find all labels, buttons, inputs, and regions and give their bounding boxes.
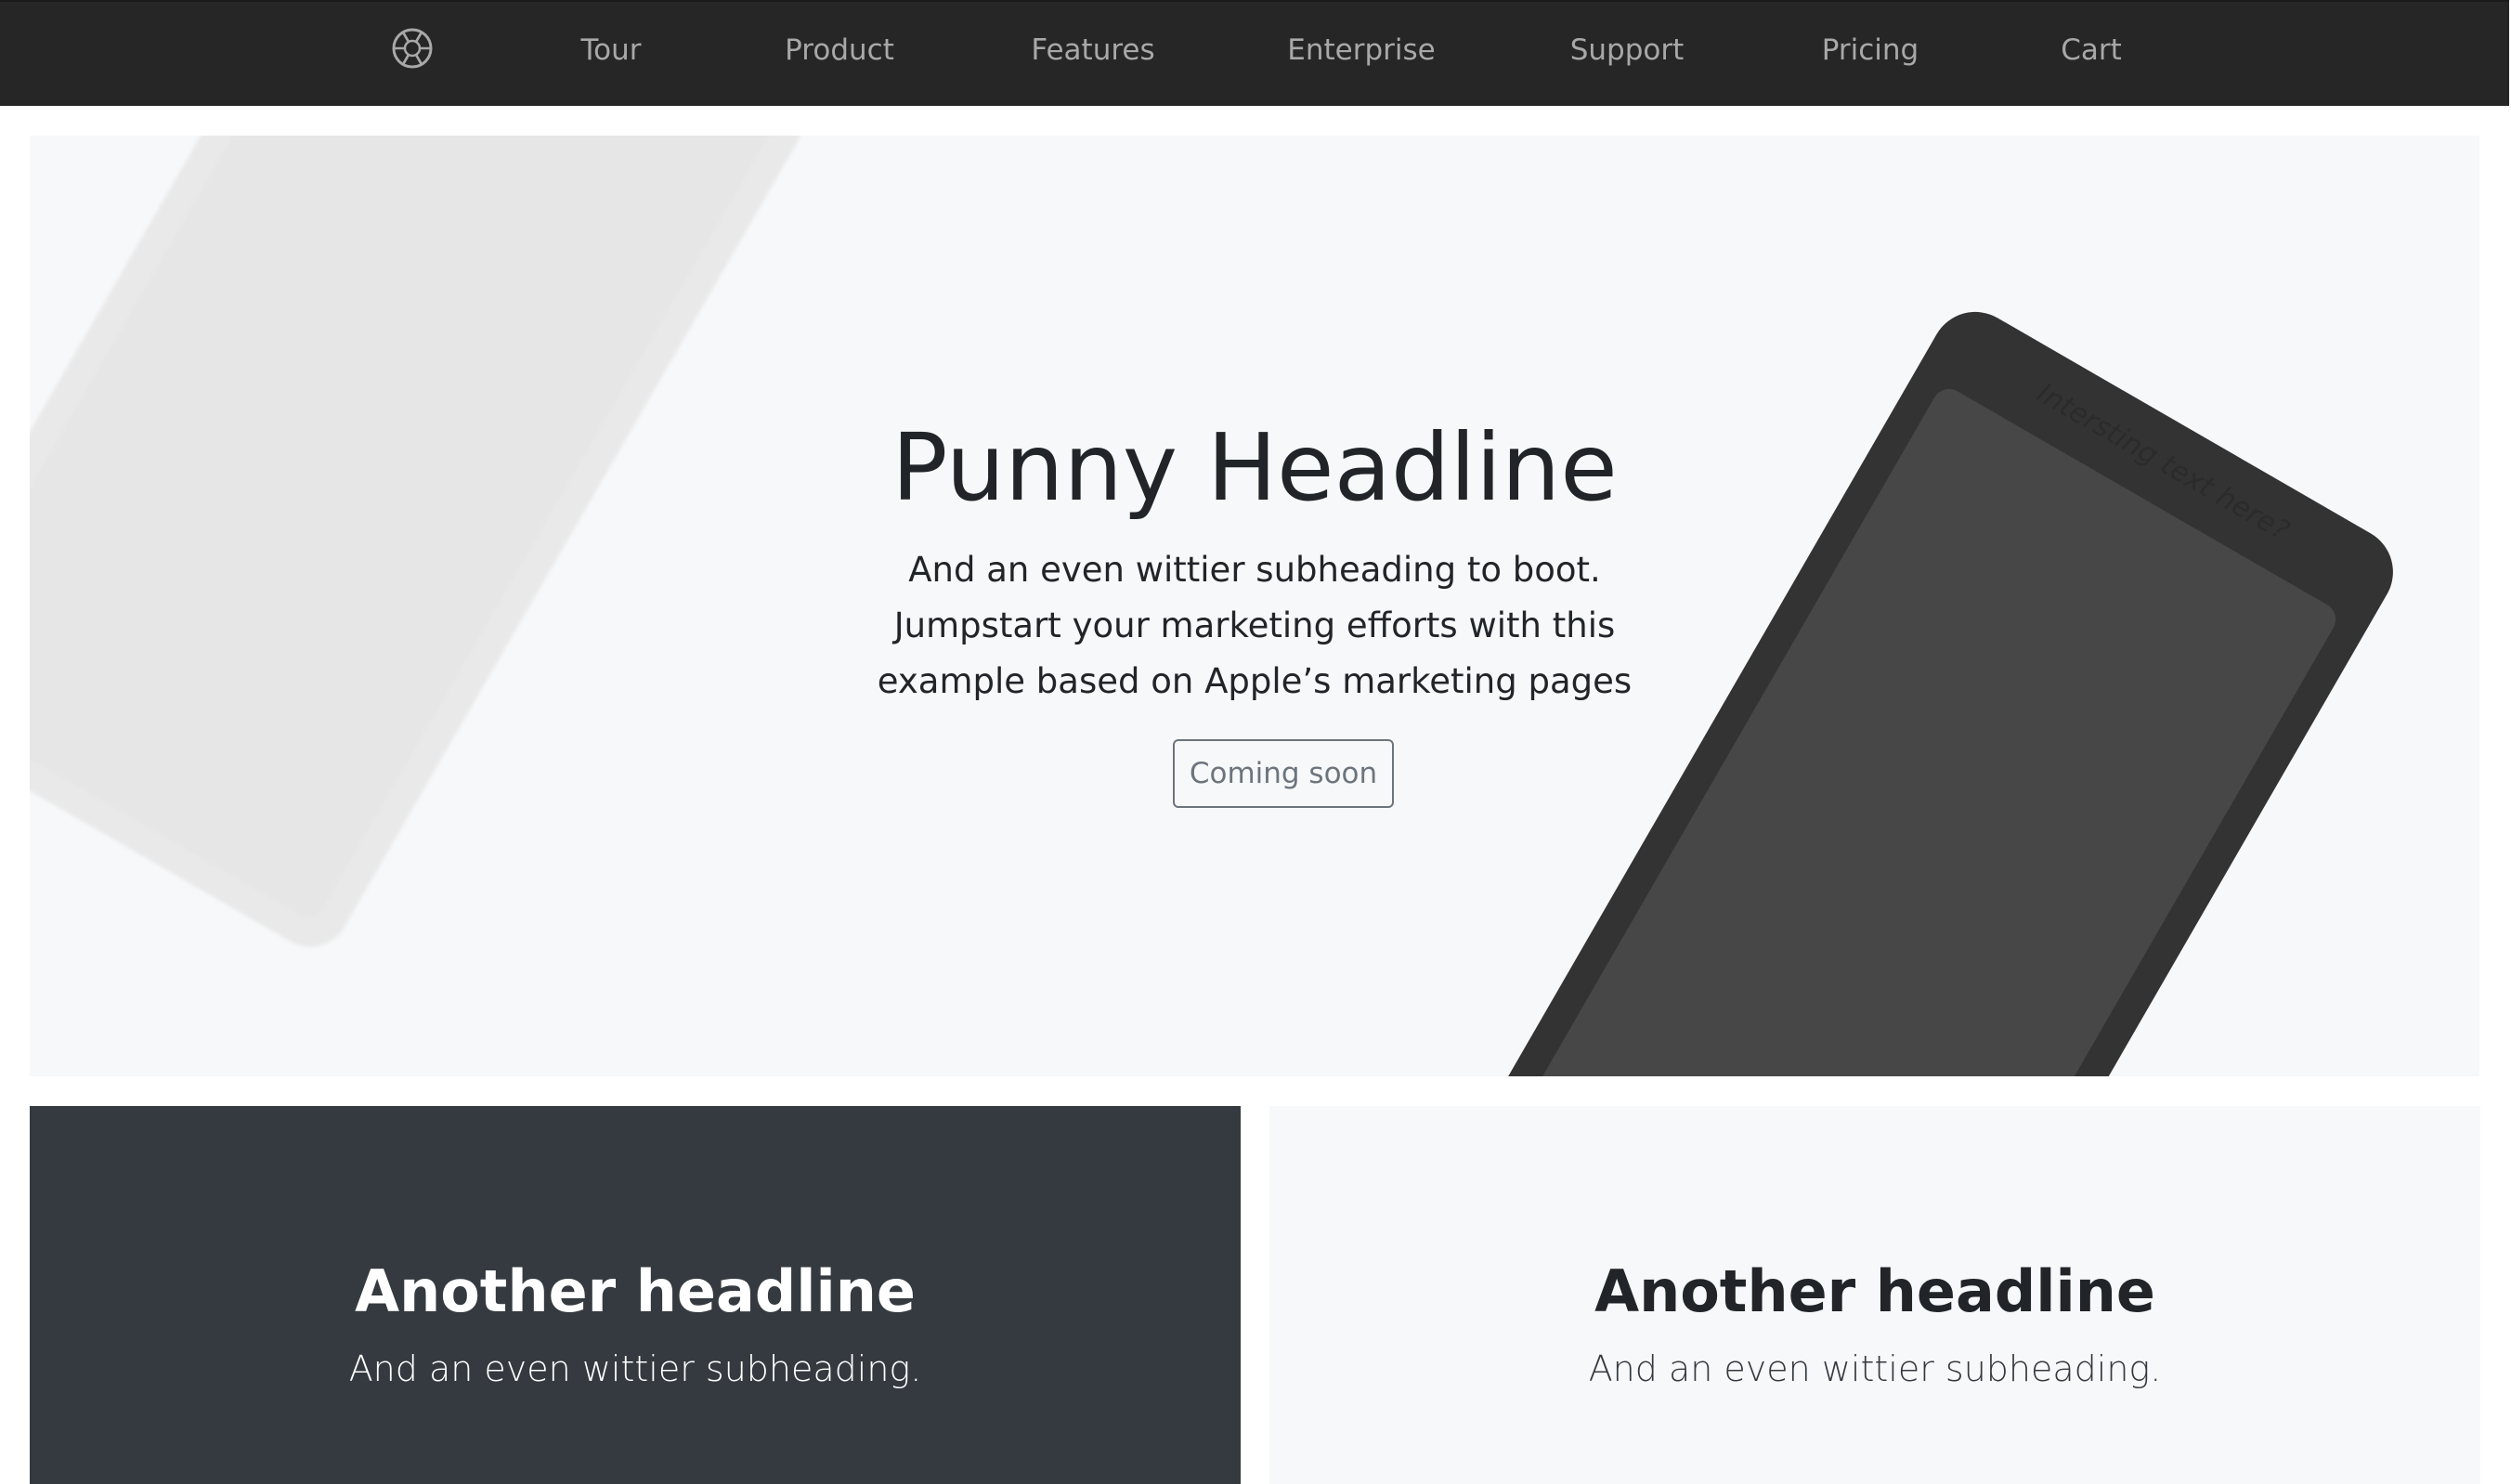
nav-item-product[interactable]: Product [785,30,894,71]
panel-title: Another headline [355,1257,916,1325]
coming-soon-button[interactable]: Coming soon [1173,739,1394,808]
nav-item-features[interactable]: Features [1031,30,1154,71]
feature-panel-light: Another headline And an even wittier sub… [1269,1106,2480,1484]
light-device-illustration [30,136,817,961]
panel-subheading: And an even wittier subheading. [1588,1348,2162,1389]
hero-section: Intersting text here? Punny Headline And… [30,136,2479,1076]
nav-item-tour[interactable]: Tour [580,30,641,71]
light-device-screen [30,136,779,924]
hero-title: Punny Headline [891,413,1618,522]
feature-panel-dark: Another headline And an even wittier sub… [30,1106,1241,1484]
nav-item-enterprise[interactable]: Enterprise [1287,30,1435,71]
top-navbar: Tour Product Features Enterprise Support… [0,0,2509,106]
nav-item-pricing[interactable]: Pricing [1822,30,1919,71]
nav-item-cart[interactable]: Cart [2061,30,2122,71]
panel-subheading: And an even wittier subheading. [348,1348,922,1389]
nav-item-support[interactable]: Support [1570,30,1685,71]
hero-subheading: And an even wittier subheading to boot. … [877,550,1633,701]
panel-title: Another headline [1594,1257,2155,1325]
aperture-icon[interactable] [390,26,435,71]
